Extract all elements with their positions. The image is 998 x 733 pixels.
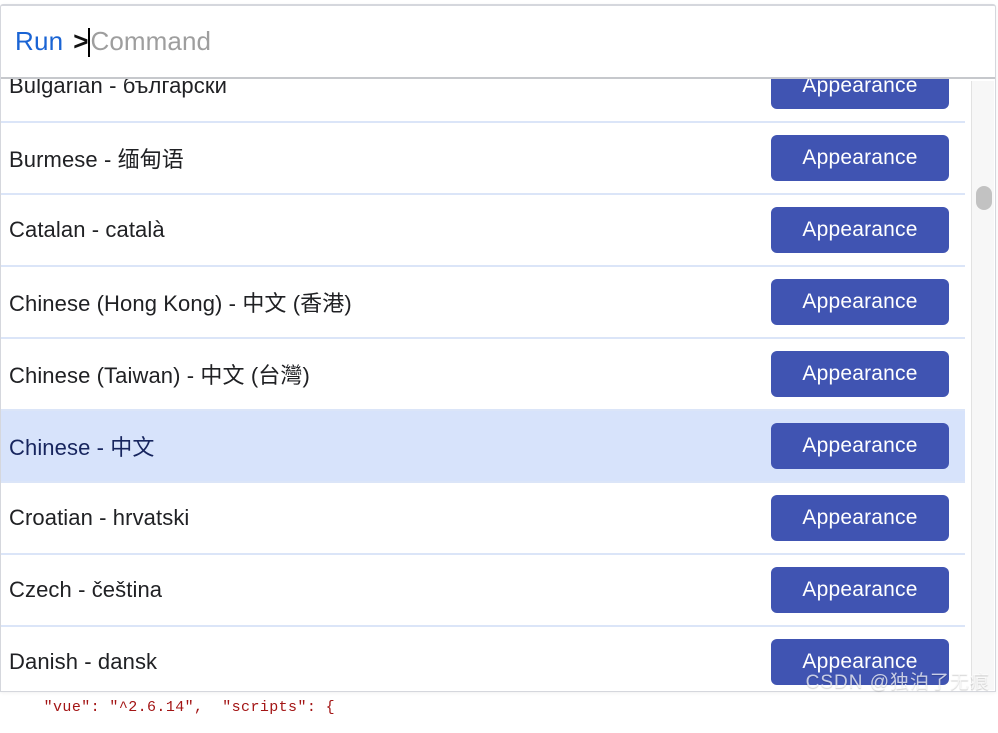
- result-row[interactable]: Chinese - 中文 Appearance: [1, 411, 965, 483]
- command-palette: Run > Command Bulgarian - български Appea…: [0, 4, 996, 692]
- appearance-button[interactable]: Appearance: [771, 639, 949, 685]
- appearance-button[interactable]: Appearance: [771, 279, 949, 325]
- result-row-label: Chinese (Taiwan) - 中文 (台灣): [9, 363, 310, 388]
- appearance-button[interactable]: Appearance: [771, 567, 949, 613]
- scrollbar-thumb[interactable]: [976, 186, 992, 210]
- appearance-button[interactable]: Appearance: [771, 495, 949, 541]
- command-input-placeholder[interactable]: Command: [90, 26, 211, 57]
- result-row[interactable]: Burmese - 缅甸语 Appearance: [1, 123, 965, 195]
- result-row-label: Chinese (Hong Kong) - 中文 (香港): [9, 291, 352, 316]
- result-row-label: Burmese - 缅甸语: [9, 147, 184, 172]
- results-list: Bulgarian - български Appearance Burmese -…: [1, 79, 965, 691]
- result-row-label: Bulgarian - български: [9, 79, 227, 98]
- appearance-button[interactable]: Appearance: [771, 135, 949, 181]
- result-row[interactable]: Chinese (Hong Kong) - 中文 (香港) Appearance: [1, 267, 965, 339]
- result-row-label: Croatian - hrvatski: [9, 505, 190, 530]
- appearance-button[interactable]: Appearance: [771, 423, 949, 469]
- result-row-label: Danish - dansk: [9, 649, 158, 674]
- appearance-button[interactable]: Appearance: [771, 207, 949, 253]
- result-row[interactable]: Catalan - català Appearance: [1, 195, 965, 267]
- result-row[interactable]: Czech - čeština Appearance: [1, 555, 965, 627]
- run-mode-prefix: Run: [15, 26, 64, 56]
- code-token-string: "vue": "^2.6.14", "scripts": {: [43, 699, 336, 716]
- result-row[interactable]: Croatian - hrvatski Appearance: [1, 483, 965, 555]
- result-row[interactable]: Danish - dansk Appearance: [1, 627, 965, 691]
- appearance-button[interactable]: Appearance: [771, 351, 949, 397]
- palette-header[interactable]: Run > Command: [1, 6, 995, 79]
- result-row-label: Czech - čeština: [9, 577, 163, 602]
- prompt-symbol: >: [73, 26, 89, 56]
- appearance-button[interactable]: Appearance: [771, 79, 949, 109]
- result-row-label: Catalan - català: [9, 217, 165, 242]
- scrollbar-track[interactable]: [971, 81, 994, 690]
- result-row-label: Chinese - 中文: [9, 435, 155, 460]
- results-area: Bulgarian - български Appearance Burmese -…: [1, 79, 995, 691]
- text-caret: [88, 28, 91, 57]
- result-row[interactable]: Bulgarian - български Appearance: [1, 79, 965, 123]
- result-row[interactable]: Chinese (Taiwan) - 中文 (台灣) Appearance: [1, 339, 965, 411]
